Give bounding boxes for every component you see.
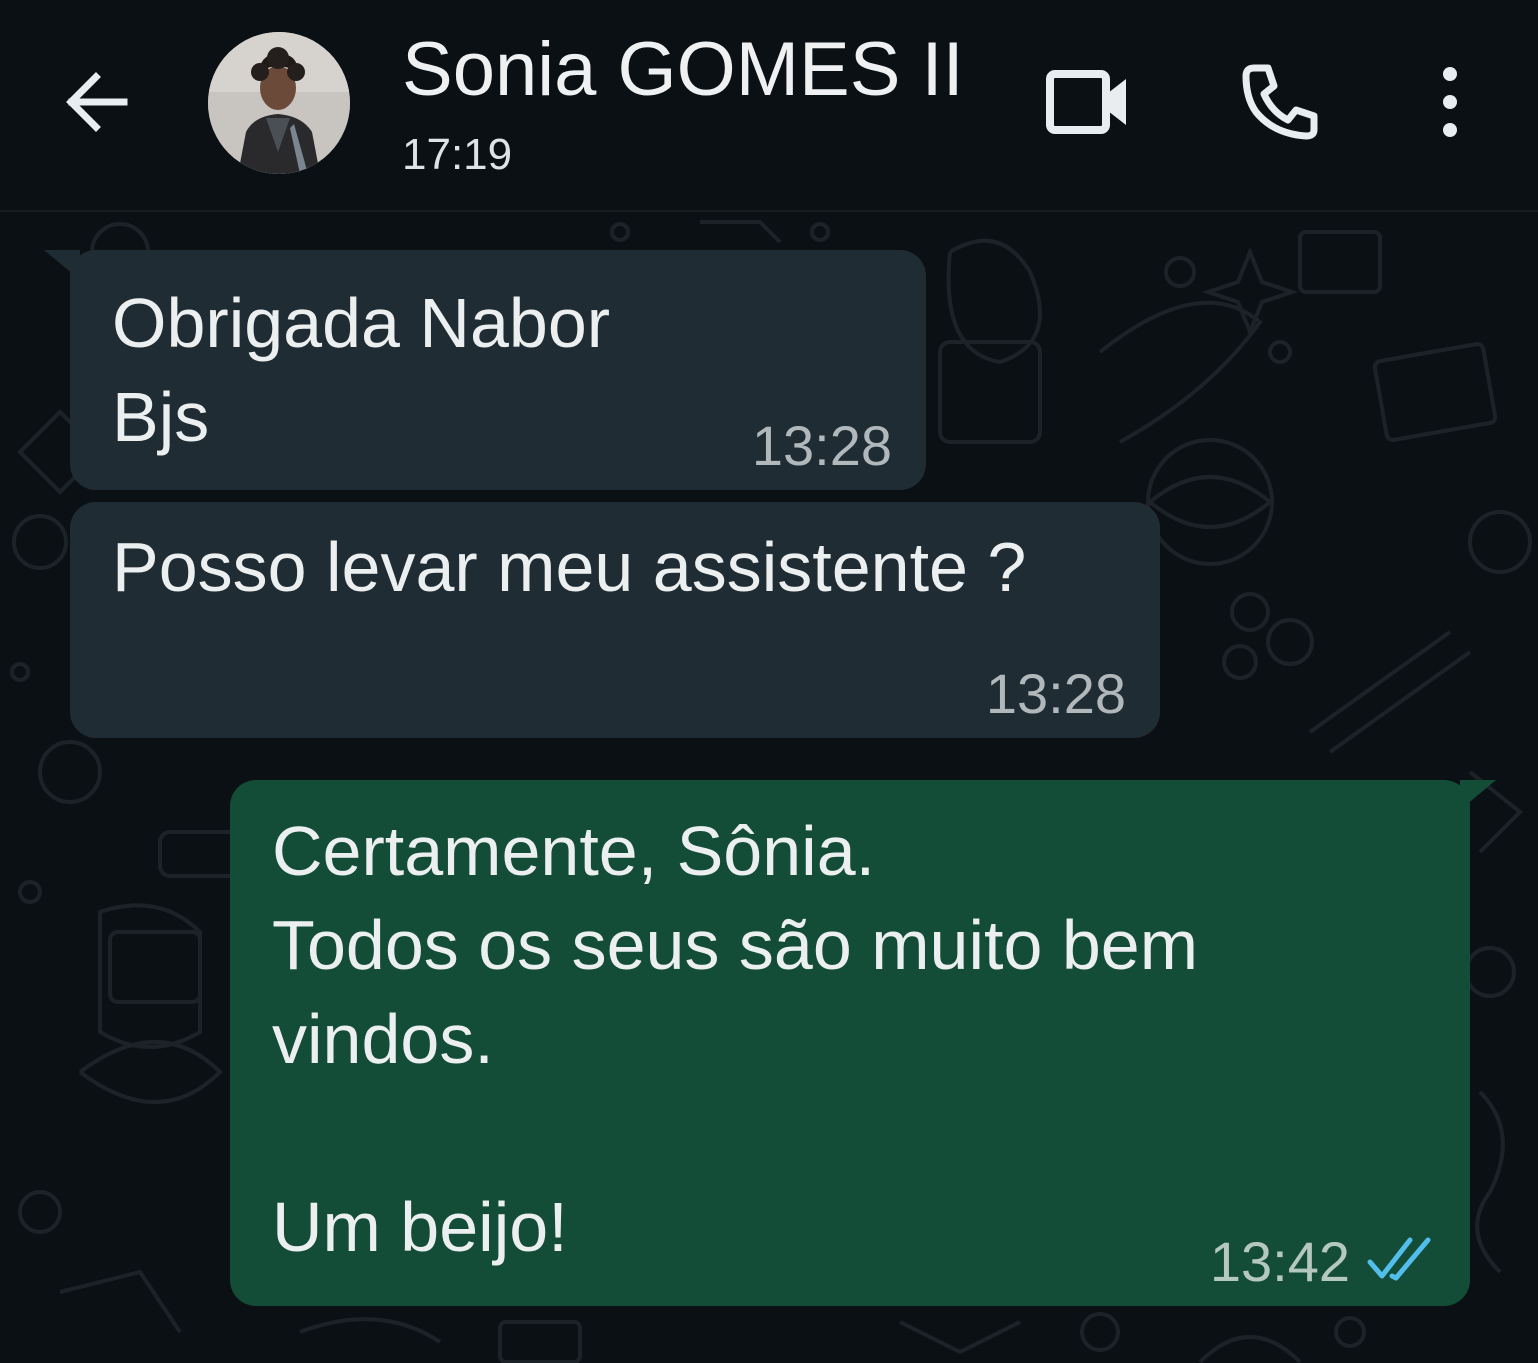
bubble-tail bbox=[44, 250, 80, 280]
message-text: Obrigada Nabor Bjs bbox=[112, 284, 611, 456]
voice-call-button[interactable] bbox=[1228, 56, 1332, 148]
video-call-button[interactable] bbox=[1036, 58, 1140, 146]
more-options-button[interactable] bbox=[1414, 56, 1486, 148]
contact-name[interactable]: Sonia GOMES II bbox=[402, 28, 964, 112]
chat-screen: Sonia GOMES II 17:19 Obrigada Nabor Bjs … bbox=[0, 0, 1538, 1363]
message-time: 13:28 bbox=[985, 662, 1126, 725]
message-time: 13:42 bbox=[1209, 1230, 1350, 1293]
phone-icon bbox=[1242, 64, 1318, 140]
avatar[interactable] bbox=[208, 32, 350, 174]
more-vertical-icon bbox=[1443, 67, 1457, 137]
message-list[interactable]: Obrigada Nabor Bjs 13:28 Posso levar meu… bbox=[0, 212, 1538, 1363]
message-incoming[interactable]: Posso levar meu assistente ? 13:28 bbox=[70, 502, 1160, 738]
double-check-icon bbox=[1367, 1237, 1431, 1281]
message-text: Posso levar meu assistente ? bbox=[112, 528, 1027, 606]
message-time: 13:28 bbox=[751, 414, 892, 477]
message-incoming[interactable]: Obrigada Nabor Bjs 13:28 bbox=[44, 250, 926, 490]
bubble-tail bbox=[1460, 780, 1496, 810]
chat-header: Sonia GOMES II 17:19 bbox=[0, 0, 1538, 212]
message-text: Certamente, Sônia. Todos os seus são mui… bbox=[272, 812, 1199, 1266]
contact-status[interactable]: 17:19 bbox=[402, 130, 512, 180]
video-camera-icon bbox=[1046, 70, 1126, 134]
message-outgoing[interactable]: Certamente, Sônia. Todos os seus são mui… bbox=[230, 780, 1496, 1306]
profile-photo bbox=[208, 32, 350, 174]
back-button[interactable] bbox=[52, 60, 142, 144]
arrow-left-icon bbox=[66, 72, 128, 132]
